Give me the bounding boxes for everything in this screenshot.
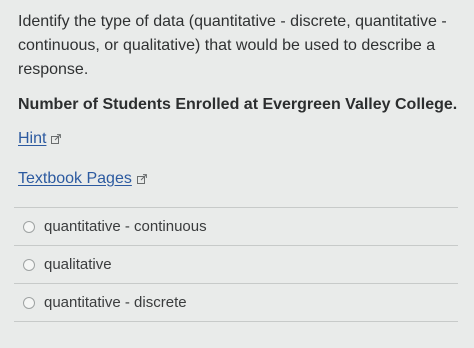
textbook-pages-link[interactable]: Textbook Pages	[18, 168, 460, 190]
hint-link-label: Hint	[18, 130, 47, 147]
option-quantitative-discrete[interactable]: quantitative - discrete	[14, 284, 458, 321]
answer-options: quantitative - continuous qualitative qu…	[14, 207, 458, 322]
option-label: qualitative	[44, 256, 112, 273]
option-qualitative[interactable]: qualitative	[14, 246, 458, 283]
option-label: quantitative - discrete	[44, 294, 187, 311]
external-link-icon	[51, 134, 62, 144]
external-link-icon	[136, 174, 147, 184]
radio-button[interactable]	[23, 258, 35, 271]
question-text: Identify the type of data (quantitative …	[18, 13, 447, 78]
option-quantitative-continuous[interactable]: quantitative - continuous	[14, 208, 458, 245]
divider	[14, 321, 458, 322]
radio-button[interactable]	[23, 220, 35, 233]
hint-link[interactable]: Hint	[18, 128, 460, 150]
question-prompt: Number of Students Enrolled at Evergreen…	[18, 96, 458, 113]
textbook-pages-label: Textbook Pages	[18, 170, 132, 187]
radio-button[interactable]	[23, 296, 35, 309]
option-label: quantitative - continuous	[44, 218, 207, 235]
